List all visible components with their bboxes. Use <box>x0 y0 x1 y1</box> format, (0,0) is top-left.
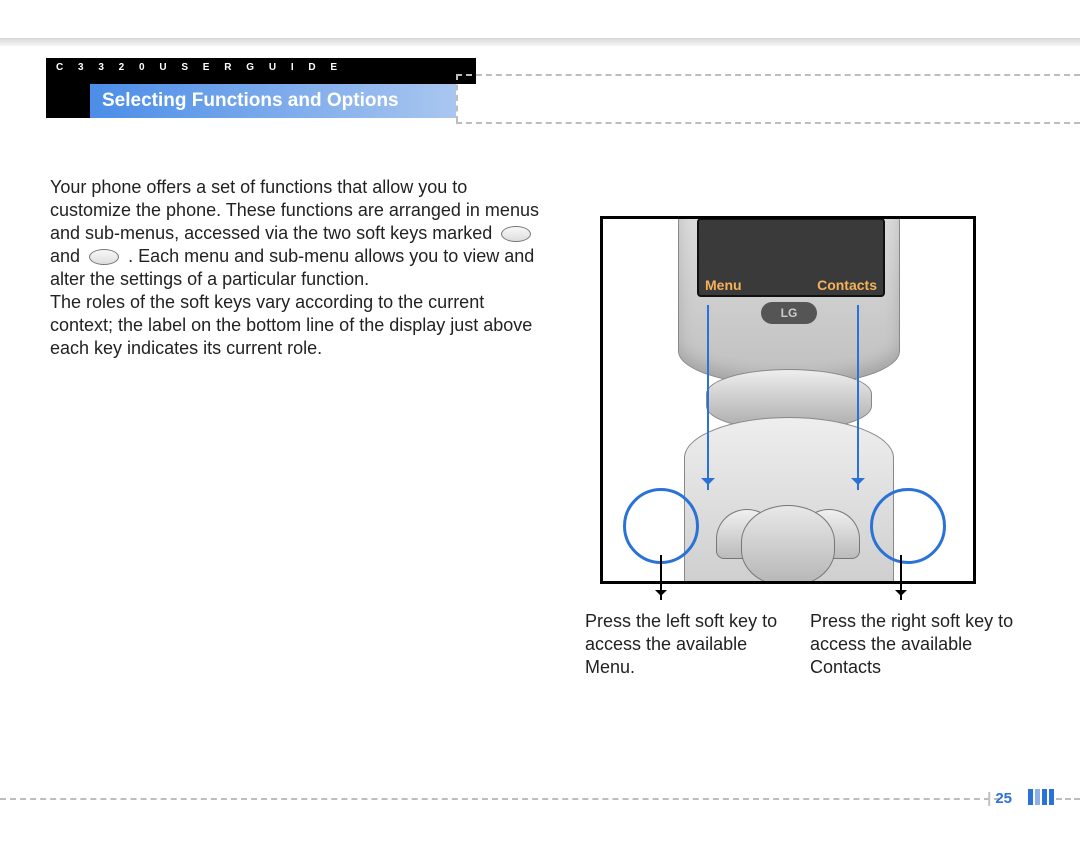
top-gradient-band <box>0 38 1080 46</box>
body-text: Your phone offers a set of functions tha… <box>50 176 550 360</box>
left-softkey-icon <box>501 226 531 242</box>
highlight-ring-left <box>623 488 699 564</box>
section-title-bar: Selecting Functions and Options <box>46 84 456 118</box>
right-softkey-icon <box>89 249 119 265</box>
dashed-rule <box>456 122 1080 124</box>
para1-b: and <box>50 246 85 266</box>
page-number-value: 25 <box>995 790 1012 807</box>
dashed-rule <box>456 74 458 122</box>
phone-flip-top: Menu Contacts LG <box>678 216 900 386</box>
nav-pad <box>741 505 835 584</box>
phone-screen: Menu Contacts <box>697 218 885 297</box>
lg-logo: LG <box>761 302 817 324</box>
page-number: |25 <box>987 790 1012 807</box>
para2: The roles of the soft keys vary accordin… <box>50 292 532 358</box>
screen-label-menu: Menu <box>705 277 742 293</box>
guide-header: C 3 3 2 0 U S E R G U I D E <box>46 58 476 84</box>
callout-line-right <box>900 555 902 600</box>
page-marker-ticks <box>1028 789 1054 805</box>
callout-line-left <box>660 555 662 600</box>
screen-label-contacts: Contacts <box>817 277 877 293</box>
manual-page: C 3 3 2 0 U S E R G U I D E Selecting Fu… <box>0 0 1080 864</box>
para1-c: . Each menu and sub-menu allows you to v… <box>50 246 534 289</box>
phone-body: Menu Contacts LG <box>678 216 898 584</box>
page-number-divider-icon: | <box>987 790 991 807</box>
footer-dashed-rule <box>0 798 1000 800</box>
blue-arrow-right <box>857 305 859 490</box>
caption-right: Press the right soft key to access the a… <box>810 610 1020 679</box>
footer-dashed-rule <box>1056 798 1080 800</box>
section-title: Selecting Functions and Options <box>102 90 399 112</box>
dashed-rule <box>456 74 1080 76</box>
para1-a: Your phone offers a set of functions tha… <box>50 177 539 243</box>
title-black-block <box>46 84 90 118</box>
highlight-ring-right <box>870 488 946 564</box>
caption-left: Press the left soft key to access the av… <box>585 610 795 679</box>
blue-arrow-left <box>707 305 709 490</box>
screen-softkey-labels: Menu Contacts <box>699 277 883 293</box>
title-gradient: Selecting Functions and Options <box>90 84 456 118</box>
